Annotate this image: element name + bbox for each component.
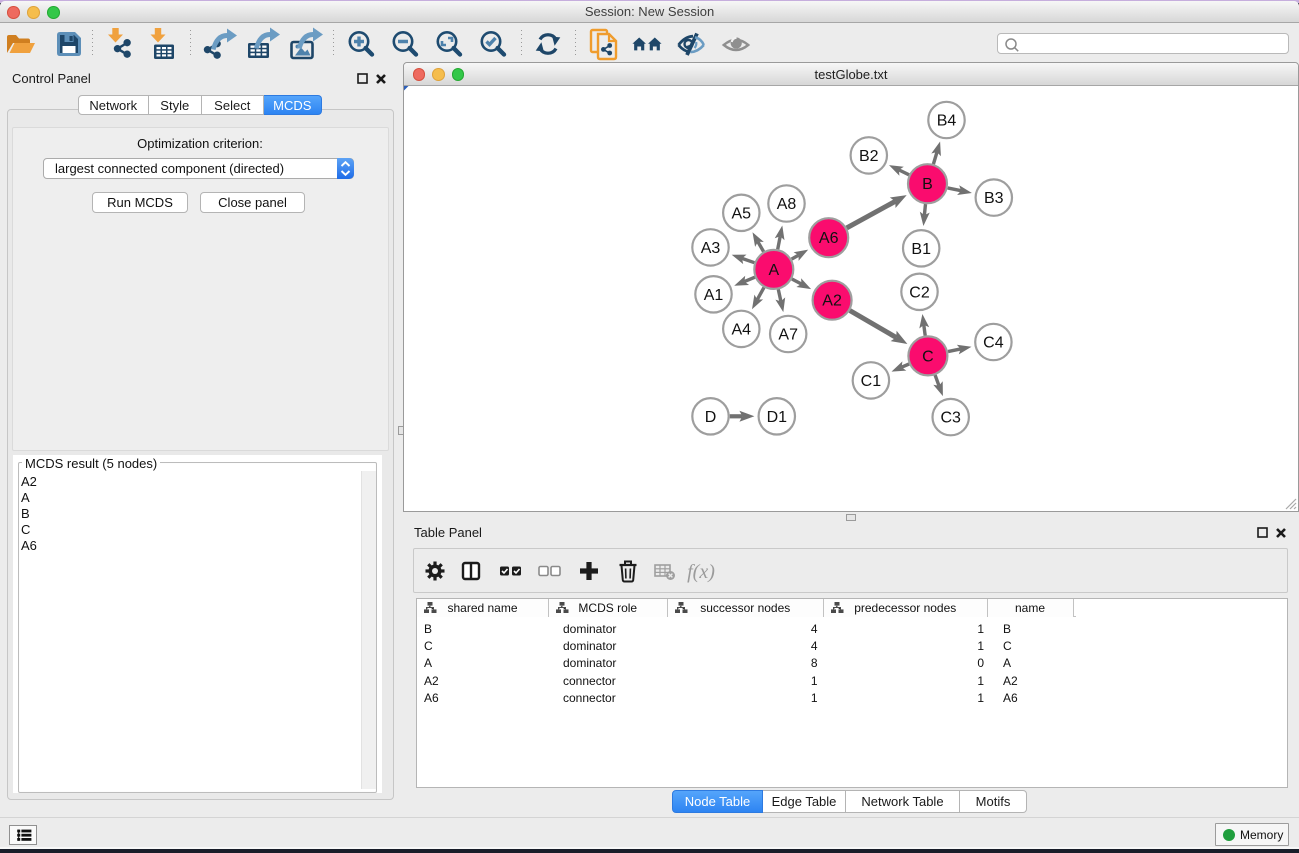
svg-text:C3: C3: [940, 410, 961, 427]
svg-text:C: C: [922, 348, 934, 365]
svg-text:A6: A6: [819, 230, 839, 247]
svg-text:A4: A4: [732, 321, 752, 338]
svg-text:A1: A1: [704, 287, 724, 304]
svg-text:A8: A8: [777, 196, 797, 213]
svg-text:B: B: [922, 176, 933, 193]
svg-text:B1: B1: [911, 241, 931, 258]
svg-text:A5: A5: [732, 205, 752, 222]
svg-text:D: D: [705, 409, 717, 426]
svg-text:B3: B3: [984, 190, 1004, 207]
svg-text:C2: C2: [909, 284, 930, 301]
svg-text:B2: B2: [859, 148, 879, 165]
svg-text:A2: A2: [822, 293, 842, 310]
svg-text:A3: A3: [701, 240, 721, 257]
svg-text:C1: C1: [861, 373, 882, 390]
svg-text:D1: D1: [767, 409, 788, 426]
svg-text:A7: A7: [778, 327, 798, 344]
svg-text:C4: C4: [983, 335, 1004, 352]
svg-text:B4: B4: [937, 113, 957, 130]
svg-text:f(x): f(x): [687, 561, 715, 583]
svg-text:A: A: [768, 262, 779, 279]
